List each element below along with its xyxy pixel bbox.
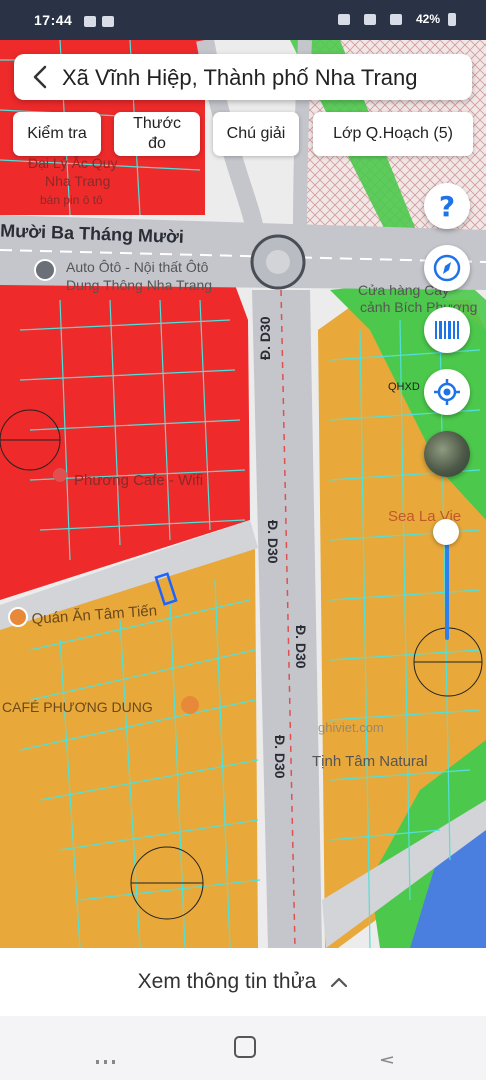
legend-button-label: Chú giải [226,125,286,142]
layer-opacity-slider-handle[interactable] [433,519,459,545]
label-natural: Tịnh Tâm Natural [312,753,428,770]
alarm-icon [337,13,350,25]
restaurant-pin-icon [8,607,28,627]
planning-map[interactable]: Mười Ba Tháng Mười Đ. D30 Đ. D30 Đ. D30 … [0,40,486,948]
barcode-icon [435,321,459,339]
cafe-pin-icon [53,468,67,482]
parcel-info-panel[interactable]: Xem thông tin thửa [0,948,486,1016]
planning-layers-button[interactable]: Lớp Q.Hoạch (5) [313,112,473,156]
label-d30-c: Đ. D30 [293,625,309,669]
label-zone-code: QHXD [388,381,420,393]
home-icon[interactable] [234,1036,256,1058]
status-bar: 17:44 42% [0,0,486,40]
label-battery-shop: Đại Lý Ắc Quy [28,154,117,171]
app-notification-icon [102,16,114,27]
system-nav-bar [0,1016,486,1080]
label-cafe: Phương Cafe - Wifi [74,472,203,489]
label-d30-d: Đ. D30 [272,735,288,779]
compass-button[interactable] [424,245,470,291]
recent-apps-icon[interactable] [96,1060,116,1064]
label-battery-shop-sub: Nha Trang [45,173,110,189]
auto-shop-pin-icon [34,259,56,281]
compass-icon [433,254,461,282]
check-button-label: Kiểm tra [27,125,87,142]
label-battery-shop-note: bán pin ô tô [40,193,103,207]
label-d30-a: Đ. D30 [257,316,273,360]
cafe-phuong-dung-pin-icon [181,696,199,714]
gps-locate-icon [434,379,460,405]
nav-back-icon[interactable] [380,1056,394,1064]
map-canvas[interactable]: Mười Ba Tháng Mười Đ. D30 Đ. D30 Đ. D30 … [0,40,486,948]
ruler-button-label: Thước đo [133,115,181,152]
status-indicators: 42% [337,12,456,26]
battery-icon [448,12,456,26]
parcel-info-label: Xem thông tin thửa [137,970,317,993]
wifi-icon [363,13,376,25]
chevron-up-icon[interactable] [330,976,348,988]
place-title: Xã Vĩnh Hiệp, Thành phố Nha Trang [62,65,418,90]
battery-percent: 42% [415,12,440,26]
help-icon: ? [438,189,456,223]
chevron-left-icon[interactable] [28,64,54,90]
label-watermark: ghiviet.com [318,720,384,735]
label-cafe-phuong-dung: CAFÉ PHƯƠNG DUNG [2,699,153,715]
satellite-layer-button[interactable] [424,431,470,477]
ruler-button[interactable]: Thước đo [114,112,200,156]
layer-opacity-slider-track[interactable] [445,532,449,640]
message-icon [84,16,96,27]
planning-layers-label: Lớp Q.Hoạch (5) [333,125,453,142]
header-bar: Xã Vĩnh Hiệp, Thành phố Nha Trang [14,54,472,100]
help-button[interactable]: ? [424,183,470,229]
locate-button[interactable] [424,369,470,415]
label-auto-shop: Auto Ôtô - Nội thất Ôtô [66,259,209,275]
label-d30-b: Đ. D30 [265,520,281,564]
barcode-button[interactable] [424,307,470,353]
check-button[interactable]: Kiểm tra [13,112,101,156]
notification-icons [84,14,120,30]
signal-icon [389,13,402,25]
status-time: 17:44 [34,12,73,28]
label-auto-shop-sub: Dung Thông Nha Trang [66,277,212,293]
legend-button[interactable]: Chú giải [213,112,299,156]
